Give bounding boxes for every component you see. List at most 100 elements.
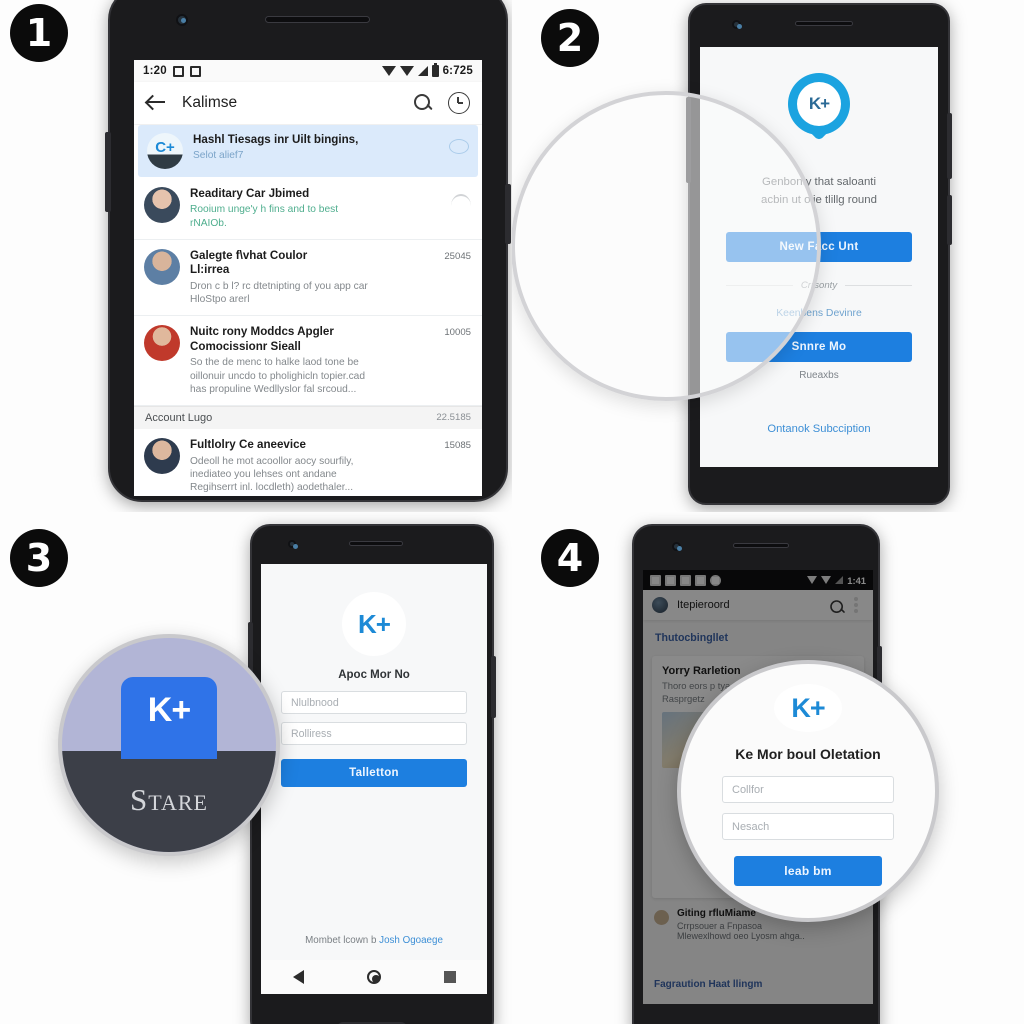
footer-prefix: Mombet lcown b — [305, 935, 377, 946]
earpiece-speaker — [265, 16, 370, 23]
avatar — [144, 187, 180, 223]
battery-icon — [431, 63, 439, 77]
step-badge-2: 2 — [541, 9, 599, 67]
row-title: Readitary Car Jbimed — [190, 187, 310, 200]
step-panel-3: 3 K+ Apoc Mor No Nlulbnood Rolliress Tal… — [0, 512, 512, 1024]
app-bar: Kalimse — [134, 82, 482, 124]
back-triangle-icon[interactable] — [292, 970, 304, 984]
row-title: Nuitc rony Moddcs Apgler Comocissionr Si… — [190, 325, 334, 353]
section-label: Account Lugo — [145, 412, 213, 425]
volume-button[interactable] — [491, 656, 496, 718]
username-field[interactable]: Nlulbnood — [281, 691, 467, 714]
magnifier-login-dialog: K+ Ke Mor boul Oletation Collfor Nesach … — [677, 660, 939, 922]
password-placeholder: Rolliress — [291, 727, 332, 740]
app-bar-title: Kalimse — [182, 94, 238, 111]
row-title: Fultlolry Ce aneevice — [190, 438, 306, 452]
section-header: Account Lugo 22.5185 — [134, 406, 482, 430]
avatar — [144, 438, 180, 475]
pin-label: K+ — [797, 82, 841, 126]
screenshot-icon — [172, 65, 184, 77]
power-button[interactable] — [947, 195, 952, 245]
signal-icon — [417, 66, 428, 76]
clock-icon[interactable] — [448, 92, 470, 114]
row-meta: 15085 — [444, 440, 471, 452]
message-list: C+ Hashl Tiesags inr Uilt bingins, Selot… — [134, 125, 482, 496]
power-button[interactable] — [505, 184, 511, 244]
status-time: 1:20 — [143, 65, 167, 77]
image-icon — [189, 65, 201, 77]
store-icon-tile: K+ — [121, 676, 217, 759]
front-camera-icon — [732, 20, 742, 29]
phone-screen-1: 1:20 6:725 Kalimse C+ Hashl Tiesags inr … — [134, 60, 482, 496]
back-arrow-icon[interactable] — [146, 92, 168, 114]
home-circle-icon[interactable] — [366, 970, 381, 984]
earpiece-speaker — [795, 21, 853, 26]
row-subtitle: Dron c b l? rc dtetnipting of you app ca… — [190, 280, 368, 306]
front-camera-icon — [672, 542, 682, 551]
footer-credit: Mombet lcown b Josh Ogoaege — [305, 935, 443, 946]
kplus-pin-logo: K+ — [788, 73, 850, 147]
volume-button[interactable] — [105, 132, 111, 212]
magnifier-ring — [512, 91, 821, 401]
dialog-field-2[interactable]: Nesach — [722, 813, 894, 840]
small-note: Rueaxbs — [799, 369, 839, 381]
status-bar: 1:20 6:725 — [134, 60, 482, 82]
unlock-subscription-link[interactable]: Ontanok Subcciption — [767, 423, 870, 435]
wifi-icon — [381, 66, 396, 76]
step-panel-4: 4 1:41 Itepieroord Thutocbingllet Yorry … — [512, 512, 1024, 1024]
recents-square-icon[interactable] — [443, 971, 456, 983]
row-subtitle: Rooium unge'y h fins and to best rNAIOb. — [190, 204, 339, 229]
table-row[interactable]: C+ Hashl Tiesags inr Uilt bingins, Selot… — [138, 125, 478, 177]
username-placeholder: Nlulbnood — [291, 696, 339, 709]
volume-button[interactable] — [947, 113, 952, 179]
row-subtitle: Selot alief7 — [193, 150, 244, 162]
magnifier-play-store: K+ Stare — [58, 634, 280, 856]
front-camera-icon — [176, 14, 188, 26]
kplus-logo-text: K+ — [358, 608, 391, 639]
screen-heading: Apoc Mor No — [338, 669, 410, 681]
wifi-icon — [451, 194, 471, 206]
store-label: Stare — [130, 781, 208, 817]
avatar: C+ — [147, 133, 183, 169]
kplus-logo: K+ — [774, 684, 842, 732]
table-row[interactable]: Fultlolry Ce aneevice Odeoll he mot acoo… — [134, 429, 482, 496]
footer-link[interactable]: Josh Ogoaege — [379, 935, 443, 946]
phone-frame-3: K+ Apoc Mor No Nlulbnood Rolliress Talle… — [248, 524, 496, 1024]
step-badge-4: 4 — [541, 529, 599, 587]
row-subtitle: So the de menc to halke laod tone be oil… — [190, 357, 366, 395]
dialog-field-1[interactable]: Collfor — [722, 776, 894, 803]
row-meta: 10005 — [444, 327, 471, 339]
avatar — [144, 248, 180, 285]
infographic-sheet: 1 1:20 6:725 Kalimse C+ Hashl Tiesags in… — [0, 0, 1024, 1024]
phone-screen-3: K+ Apoc Mor No Nlulbnood Rolliress Talle… — [261, 564, 487, 994]
earpiece-speaker — [349, 541, 403, 546]
section-meta: 22.5185 — [436, 412, 471, 424]
dialog-submit-button[interactable]: leab bm — [734, 856, 882, 886]
dialog-field-1-placeholder: Collfor — [732, 783, 764, 796]
table-row[interactable]: Nuitc rony Moddcs Apgler Comocissionr Si… — [134, 316, 482, 407]
row-meta: 25045 — [444, 250, 471, 262]
divider-line-right — [845, 284, 912, 286]
search-icon[interactable] — [412, 92, 434, 114]
front-camera-icon — [288, 540, 298, 549]
row-title: Galegte f\vhat Coulor Ll:irrea — [190, 248, 308, 277]
android-nav-bar — [261, 960, 487, 994]
refresh-icon[interactable] — [449, 139, 469, 154]
submit-button[interactable]: Talletton — [281, 759, 467, 787]
step-badge-3: 3 — [10, 529, 68, 587]
table-row[interactable]: Readitary Car Jbimed Rooium unge'y h fin… — [134, 178, 482, 240]
row-subtitle: Odeoll he mot acoollor aocy sourfily, in… — [190, 455, 354, 494]
password-field[interactable]: Rolliress — [281, 722, 467, 745]
status-right-time: 6:725 — [442, 65, 473, 77]
wifi-icon-2 — [399, 66, 414, 76]
step-panel-2: 2 K+ Genbonty that saloanti acbin ut oli… — [512, 0, 1024, 512]
step-panel-1: 1 1:20 6:725 Kalimse C+ Hashl Tiesags in… — [0, 0, 512, 512]
kplus-circle-logo: K+ — [342, 592, 406, 656]
row-title: Hashl Tiesags inr Uilt bingins, — [193, 133, 359, 146]
phone-frame-1: 1:20 6:725 Kalimse C+ Hashl Tiesags inr … — [105, 0, 511, 502]
step-badge-1: 1 — [10, 4, 68, 62]
dialog-field-2-placeholder: Nesach — [732, 820, 770, 833]
avatar — [144, 325, 180, 362]
earpiece-speaker — [733, 543, 789, 548]
table-row[interactable]: Galegte f\vhat Coulor Ll:irrea Dron c b … — [134, 240, 482, 317]
